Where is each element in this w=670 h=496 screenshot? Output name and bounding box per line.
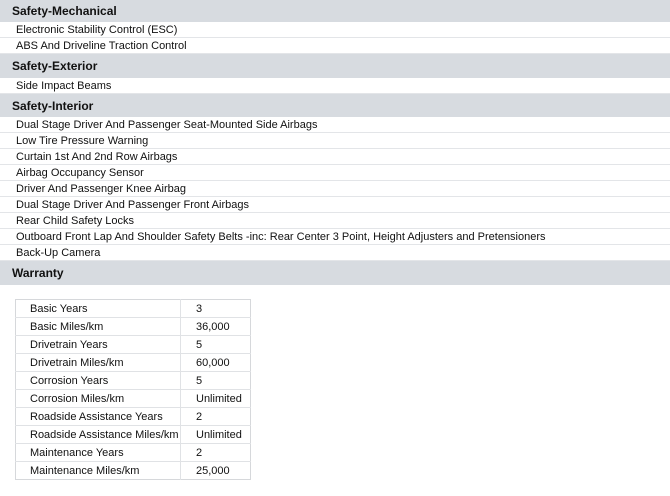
section-header-safety-interior: Safety-Interior [0,94,670,117]
warranty-label: Basic Years [15,299,181,318]
feature-item: Driver And Passenger Knee Airbag [0,181,670,197]
feature-item: Dual Stage Driver And Passenger Seat-Mou… [0,117,670,133]
section-header-warranty: Warranty [0,261,670,285]
warranty-table-container: Basic Years 3 Basic Miles/km 36,000 Driv… [0,285,670,480]
warranty-label: Corrosion Miles/km [15,389,181,408]
warranty-value: 3 [180,299,251,318]
warranty-value: 2 [180,407,251,426]
feature-item: Rear Child Safety Locks [0,213,670,229]
section-header-safety-exterior: Safety-Exterior [0,54,670,78]
feature-list-safety-exterior: Side Impact Beams [0,78,670,94]
table-row: Corrosion Miles/km Unlimited [15,389,251,408]
warranty-value: 60,000 [180,353,251,372]
warranty-value: 25,000 [196,464,230,477]
warranty-label: Drivetrain Years [15,335,181,354]
feature-item: Dual Stage Driver And Passenger Front Ai… [0,197,670,213]
feature-item: Electronic Stability Control (ESC) [0,22,670,38]
feature-list-safety-interior: Dual Stage Driver And Passenger Seat-Mou… [0,117,670,261]
table-row: Roadside Assistance Miles/km Unlimited [15,425,251,444]
table-row: Corrosion Years 5 [15,371,251,390]
feature-item: ABS And Driveline Traction Control [0,38,670,54]
warranty-label: Maintenance Years [15,443,181,462]
section-header-safety-mechanical: Safety-Mechanical [0,0,670,22]
warranty-label: Basic Miles/km [15,317,181,336]
table-row: Maintenance Miles/km 25,000 [15,461,251,480]
feature-item: Low Tire Pressure Warning [0,133,670,149]
warranty-table: Basic Years 3 Basic Miles/km 36,000 Driv… [15,299,251,480]
section-title: Safety-Interior [12,98,94,113]
warranty-value: Unlimited [180,389,251,408]
warranty-value: 36,000 [180,317,251,336]
table-row: Maintenance Years 2 [15,443,251,462]
section-title: Safety-Mechanical [12,4,117,18]
warranty-value: 2 [180,443,251,462]
vehicle-features-page: Safety-Mechanical Electronic Stability C… [0,0,670,496]
warranty-label: Maintenance Miles/km [15,461,181,480]
warranty-value: 5 [180,371,251,390]
table-row: Basic Years 3 [15,299,251,318]
table-row: Roadside Assistance Years 2 [15,407,251,426]
warranty-value: Unlimited [180,425,251,444]
feature-item: Side Impact Beams [0,78,670,94]
warranty-label: Drivetrain Miles/km [15,353,181,372]
section-title: Safety-Exterior [12,59,98,73]
table-row: Basic Miles/km 36,000 [15,317,251,336]
feature-item: Back-Up Camera [0,245,670,261]
warranty-label: Corrosion Years [15,371,181,390]
section-title: Warranty [12,266,64,280]
warranty-label: Roadside Assistance Miles/km [15,425,181,444]
table-row: Drivetrain Years 5 [15,335,251,354]
warranty-value: 5 [180,335,251,354]
feature-item: Outboard Front Lap And Shoulder Safety B… [0,229,670,245]
table-row: Drivetrain Miles/km 60,000 [15,353,251,372]
feature-item: Airbag Occupancy Sensor [0,165,670,181]
feature-list-safety-mechanical: Electronic Stability Control (ESC) ABS A… [0,22,670,54]
feature-item: Curtain 1st And 2nd Row Airbags [0,149,670,165]
warranty-label: Roadside Assistance Years [15,407,181,426]
